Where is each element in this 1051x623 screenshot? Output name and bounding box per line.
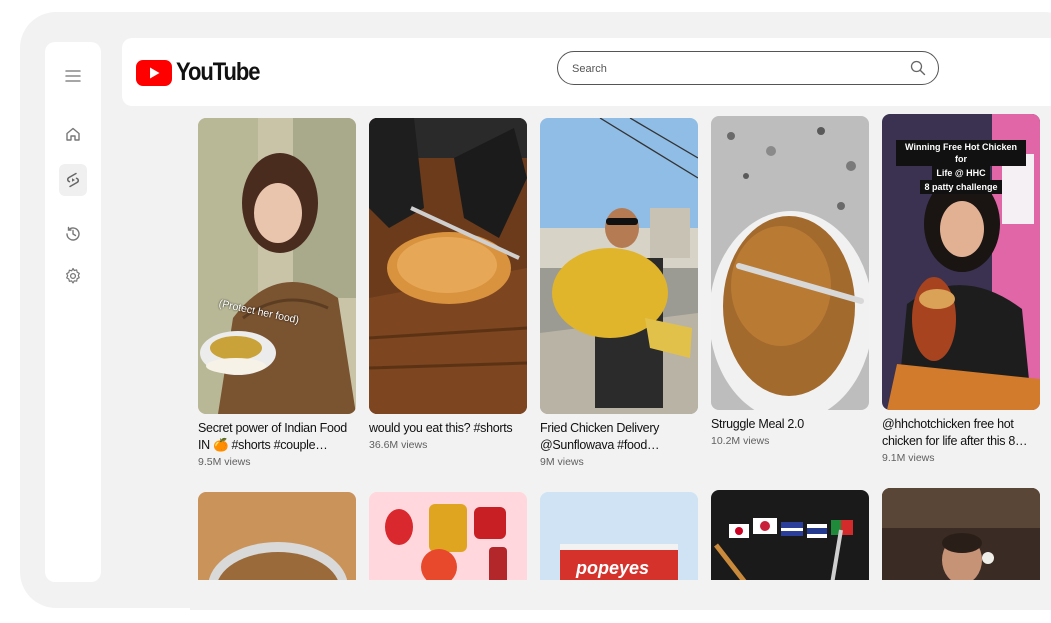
short-card[interactable]: Fried Chicken Delivery @Sunflowava #food… — [540, 118, 698, 468]
short-card[interactable] — [369, 492, 527, 592]
short-thumbnail[interactable]: Winning Free Hot Chicken for Life @ HHC … — [882, 114, 1040, 410]
short-thumbnail[interactable] — [711, 490, 869, 590]
overlay-line: Winning Free Hot Chicken for — [896, 140, 1026, 166]
short-card[interactable]: Winning Free Hot Chicken for Life @ HHC … — [882, 114, 1040, 464]
youtube-play-icon — [136, 59, 172, 86]
bottom-fade — [190, 580, 1051, 610]
title-line: chicken for life after this 8… — [882, 434, 1028, 448]
short-card[interactable]: would you eat this? #shorts 36.6M views — [369, 118, 527, 451]
short-thumbnail[interactable] — [369, 492, 527, 592]
logo-text: YouTube — [176, 58, 261, 86]
short-thumbnail[interactable] — [882, 488, 1040, 588]
youtube-logo[interactable]: YouTube — [136, 58, 271, 87]
view-count: 10.2M views — [711, 435, 770, 447]
short-title: would you eat this? #shorts — [369, 420, 527, 437]
short-thumbnail[interactable] — [711, 116, 869, 410]
title-line: would you eat this? #shorts — [369, 421, 513, 435]
title-line: IN 🍊 #shorts #couple… — [198, 438, 328, 452]
short-card[interactable] — [198, 492, 356, 592]
short-card[interactable]: popeyes — [540, 492, 698, 592]
view-count: 36.6M views — [369, 439, 428, 451]
short-title: Secret power of Indian Food IN 🍊 #shorts… — [198, 420, 356, 454]
title-line: @hhchotchicken free hot — [882, 417, 1014, 431]
short-card[interactable] — [882, 488, 1040, 588]
short-title: @hhchotchicken free hot chicken for life… — [882, 416, 1040, 450]
short-thumbnail[interactable]: popeyes — [540, 492, 698, 592]
title-line: Struggle Meal 2.0 — [711, 417, 804, 431]
title-line: Secret power of Indian Food — [198, 421, 347, 435]
search-input[interactable] — [570, 59, 894, 79]
popeyes-sign: popeyes — [576, 558, 650, 578]
short-thumbnail[interactable] — [369, 118, 527, 414]
settings-icon[interactable] — [59, 262, 87, 290]
short-thumbnail[interactable]: (Protect her food) — [198, 118, 356, 414]
view-count: 9M views — [540, 456, 584, 468]
search-box — [557, 51, 939, 85]
short-thumbnail[interactable] — [540, 118, 698, 414]
search-icon[interactable] — [910, 60, 926, 81]
title-line: @Sunflowava #food… — [540, 438, 660, 452]
menu-icon[interactable] — [59, 62, 87, 90]
overlay-line: Life @ HHC — [932, 166, 990, 180]
view-count: 9.1M views — [882, 452, 935, 464]
view-count: 9.5M views — [198, 456, 251, 468]
short-card[interactable] — [711, 490, 869, 590]
history-icon[interactable] — [59, 220, 87, 248]
short-thumbnail[interactable] — [198, 492, 356, 592]
short-card[interactable]: Struggle Meal 2.0 10.2M views — [711, 116, 869, 447]
title-line: Fried Chicken Delivery — [540, 421, 660, 435]
short-title: Struggle Meal 2.0 — [711, 416, 869, 433]
short-card[interactable]: (Protect her food) Secret power of India… — [198, 118, 356, 468]
shorts-icon[interactable] — [59, 164, 87, 196]
thumbnail-overlay: Winning Free Hot Chicken for Life @ HHC … — [896, 140, 1026, 194]
sidebar — [45, 42, 101, 582]
short-title: Fried Chicken Delivery @Sunflowava #food… — [540, 420, 698, 454]
home-icon[interactable] — [59, 120, 87, 148]
top-bar: YouTube — [122, 38, 1051, 106]
overlay-line: 8 patty challenge — [920, 180, 1002, 194]
